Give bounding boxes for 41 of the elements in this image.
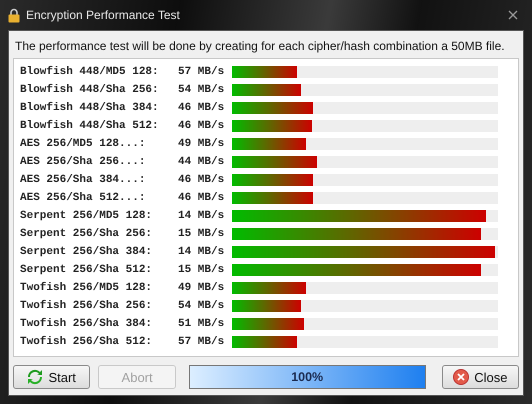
rate-value: 46 MB/s — [178, 102, 226, 114]
cipher-label: Twofish 256/MD5 128: — [20, 282, 154, 294]
lock-icon — [8, 8, 20, 22]
rate-value: 15 MB/s — [178, 264, 226, 276]
cipher-label: Blowfish 448/MD5 128: — [20, 66, 160, 78]
cipher-label: Twofish 256/Sha 256: — [20, 300, 154, 312]
rate-value: 14 MB/s — [178, 210, 226, 222]
cipher-label: Serpent 256/MD5 128: — [20, 210, 154, 222]
rate-value: 54 MB/s — [178, 300, 226, 312]
rate-value: 46 MB/s — [178, 192, 226, 204]
rate-value: 54 MB/s — [178, 84, 226, 96]
rate-value: 49 MB/s — [178, 282, 226, 294]
rate-value: 15 MB/s — [178, 228, 226, 240]
window-title: Encryption Performance Test — [26, 8, 180, 22]
cipher-label: AES 256/Sha 384...: — [20, 174, 146, 186]
rate-value: 14 MB/s — [178, 246, 226, 258]
close-icon — [453, 369, 470, 385]
cipher-label: Blowfish 448/Sha 384: — [20, 102, 160, 114]
progress-reading: 100% — [290, 369, 324, 386]
rate-value: 57 MB/s — [178, 336, 226, 348]
rate-value: 44 MB/s — [178, 156, 226, 168]
cipher-label: AES 256/MD5 128...: — [20, 138, 146, 150]
description-text: The performance test will be done by creating for each cipher/hash combination a 50MB file. — [15, 39, 505, 53]
rate-value: 46 MB/s — [178, 174, 226, 186]
cipher-label: Twofish 256/Sha 384: — [20, 318, 154, 330]
cipher-label: Blowfish 448/Sha 256: — [20, 84, 160, 96]
rate-value: 57 MB/s — [178, 66, 226, 78]
cipher-label: AES 256/Sha 256...: — [20, 156, 146, 168]
refresh-icon — [27, 369, 44, 385]
cipher-label: Serpent 256/Sha 384: — [20, 246, 154, 258]
rate-value: 51 MB/s — [178, 318, 226, 330]
cipher-label: Blowfish 448/Sha 512: — [20, 120, 160, 132]
close-button[interactable]: Close — [442, 365, 520, 389]
cipher-label: Serpent 256/Sha 256: — [20, 228, 154, 240]
cipher-label: AES 256/Sha 512...: — [20, 192, 146, 204]
close-icon[interactable] — [508, 10, 518, 20]
start-button[interactable]: Start — [13, 365, 90, 389]
rate-value: 49 MB/s — [178, 138, 226, 150]
rate-value: 46 MB/s — [178, 120, 226, 132]
cipher-label: Serpent 256/Sha 512: — [20, 264, 154, 276]
cipher-label: Twofish 256/Sha 512: — [20, 336, 154, 348]
